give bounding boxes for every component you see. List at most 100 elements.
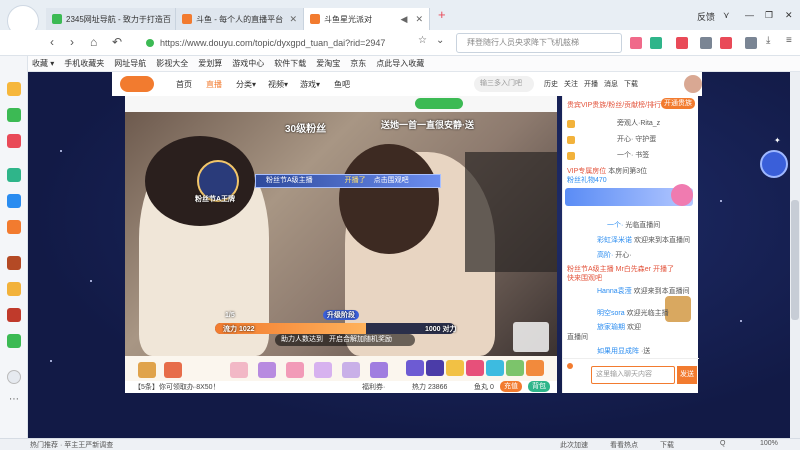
menu-icon[interactable]: [745, 37, 757, 49]
calendar-icon[interactable]: [7, 134, 21, 148]
message-link[interactable]: 消息: [604, 79, 618, 89]
bookmark-games[interactable]: 游戏中心: [232, 58, 264, 69]
bookmark-software[interactable]: 软件下载: [274, 58, 306, 69]
qr-code-icon[interactable]: [513, 322, 549, 352]
chrome-icon[interactable]: [7, 370, 21, 384]
backpack-button[interactable]: 背包: [528, 381, 550, 392]
close-icon[interactable]: ✕: [415, 14, 423, 25]
weibo-icon[interactable]: [7, 194, 21, 208]
skin-icon[interactable]: ⋎: [723, 10, 730, 21]
bookmark-video[interactable]: 影视大全: [156, 58, 188, 69]
gift-icon[interactable]: [446, 360, 464, 376]
close-icon[interactable]: ✕: [289, 14, 297, 25]
avatar[interactable]: [684, 75, 702, 93]
more-dots-icon[interactable]: ⋯: [9, 394, 19, 405]
nav-video[interactable]: 视频▾: [268, 79, 288, 90]
scrollbar-thumb[interactable]: [791, 200, 799, 320]
gift-icon[interactable]: [370, 362, 388, 378]
tab-douyu-home[interactable]: 斗鱼 - 每个人的直播平台 ✕: [176, 8, 304, 30]
apps-icon[interactable]: [700, 37, 712, 49]
gift-icon[interactable]: [526, 360, 544, 376]
maximize-button[interactable]: ❐: [765, 10, 773, 21]
status-download[interactable]: 下载: [660, 440, 674, 450]
news-icon[interactable]: [720, 37, 732, 49]
message-icon[interactable]: [7, 168, 21, 182]
gift-icon[interactable]: [314, 362, 332, 378]
game-app-icon[interactable]: [7, 256, 21, 270]
download-link[interactable]: 下载: [624, 79, 638, 89]
nav-games[interactable]: 游戏▾: [300, 79, 320, 90]
noble-button[interactable]: 开通贵族: [661, 98, 695, 109]
status-news[interactable]: 热门推荐 · 苹主王严新调查: [30, 440, 113, 450]
broadcast-link[interactable]: 开播: [584, 79, 598, 89]
douyu-logo-icon[interactable]: [120, 76, 154, 92]
gift-icon[interactable]: [342, 362, 360, 378]
status-hot[interactable]: 看看热点: [610, 440, 638, 450]
gift-icon[interactable]: [506, 360, 524, 376]
bookmark-aitaobao[interactable]: 爱淘宝: [316, 58, 340, 69]
back-icon[interactable]: ‹: [50, 35, 54, 49]
gift-icon[interactable]: [406, 360, 424, 376]
tab-douyu-star-party[interactable]: 斗鱼星光派对 ◀ ✕: [304, 8, 430, 30]
note-icon[interactable]: [7, 220, 21, 234]
welfare-link[interactable]: 福利券·: [362, 382, 385, 392]
rank-tabs[interactable]: 贵宾VIP贵族/粉丝/贡献榜/排行: [567, 100, 661, 110]
forward-icon[interactable]: ›: [70, 35, 74, 49]
treasure-chest-icon[interactable]: [665, 296, 691, 322]
close-window-button[interactable]: ✕: [785, 10, 793, 21]
dropdown-icon[interactable]: ⌄: [436, 35, 444, 46]
gift-icon[interactable]: [426, 360, 444, 376]
gift-icon[interactable]: [466, 360, 484, 376]
bookmark-nav[interactable]: 网址导航: [114, 58, 146, 69]
undo-icon[interactable]: ↶: [112, 35, 122, 49]
nav-live[interactable]: 直播: [206, 79, 222, 90]
status-zoom[interactable]: 100%: [760, 440, 778, 447]
douyu-search-input[interactable]: 输三多入门吧: [474, 76, 534, 92]
new-tab-button[interactable]: +: [438, 7, 446, 22]
bookmark-favorites[interactable]: 收藏 ▾: [32, 58, 54, 69]
chat-input[interactable]: 这里输入聊天内容: [591, 366, 675, 384]
status-accelerate[interactable]: 此次加速: [560, 440, 588, 450]
minimize-button[interactable]: —: [745, 10, 754, 20]
extension-icon[interactable]: [630, 37, 642, 49]
bookmark-jd[interactable]: 京东: [350, 58, 366, 69]
download-icon[interactable]: ⤓: [766, 35, 770, 46]
game-icon[interactable]: [676, 37, 688, 49]
gift-icon[interactable]: [258, 362, 276, 378]
more-icon[interactable]: ≡: [786, 35, 792, 46]
url-field[interactable]: https://www.douyu.com/topic/dyxgpd_tuan_…: [160, 34, 460, 52]
emoji-icon[interactable]: [567, 363, 573, 369]
mini-app-icon[interactable]: [7, 334, 21, 348]
gift-icon[interactable]: [486, 360, 504, 376]
send-button[interactable]: 发送: [677, 366, 697, 384]
bookmark-mobile[interactable]: 手机收藏夹: [64, 58, 104, 69]
bookmark-import[interactable]: 点此导入收藏: [376, 58, 424, 69]
download-app-icon[interactable]: [760, 150, 788, 178]
history-link[interactable]: 历史: [544, 79, 558, 89]
music-icon[interactable]: [7, 282, 21, 296]
history-icon[interactable]: [7, 108, 21, 122]
favorite-star-icon[interactable]: [7, 82, 21, 96]
gift-icon[interactable]: [164, 362, 182, 378]
translate-icon[interactable]: [650, 37, 662, 49]
star-icon[interactable]: ☆: [418, 35, 427, 46]
nav-fishbar[interactable]: 鱼吧: [334, 79, 350, 90]
home-icon[interactable]: ⌂: [90, 35, 97, 49]
live-video[interactable]: 30级粉丝 送她一首一直很安静·送 粉丝节A级主播 开播了 点击围观吧 粉丝节A…: [125, 112, 557, 356]
fan-banner[interactable]: 粉丝节A级主播 开播了 点击围观吧: [255, 174, 441, 188]
feedback-button[interactable]: 反馈: [697, 10, 715, 23]
nav-home[interactable]: 首页: [176, 79, 192, 90]
follow-link[interactable]: 关注: [564, 79, 578, 89]
gift-icon[interactable]: [138, 362, 156, 378]
recharge-button[interactable]: 充值: [500, 381, 522, 392]
bookmark-aihuasuan[interactable]: 爱划算: [198, 58, 222, 69]
gift-icon[interactable]: [286, 362, 304, 378]
status-zoom-icon[interactable]: Q: [720, 440, 725, 447]
browser-search-input[interactable]: 拜登随行人员央求降下飞机舷梯: [456, 33, 622, 53]
gift-icon[interactable]: [230, 362, 248, 378]
fan-banner-link[interactable]: 点击围观吧: [374, 177, 409, 184]
game2-app-icon[interactable]: [7, 308, 21, 322]
nav-category[interactable]: 分类▾: [236, 79, 256, 90]
mute-icon[interactable]: ◀: [401, 14, 408, 25]
chat-hint[interactable]: 【5条】你可领取办·8X50！: [134, 382, 220, 392]
